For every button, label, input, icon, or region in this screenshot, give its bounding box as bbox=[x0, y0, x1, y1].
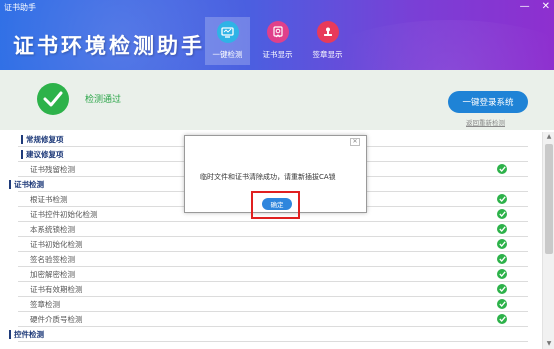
scroll-up-arrow-icon[interactable]: ▲ bbox=[543, 132, 554, 142]
nav-label: 证书显示 bbox=[262, 50, 293, 59]
check-icon bbox=[497, 299, 507, 309]
check-icon bbox=[497, 314, 507, 324]
check-icon bbox=[497, 209, 507, 219]
window-controls: — ✕ bbox=[520, 2, 550, 12]
certificate-icon bbox=[266, 21, 289, 43]
app-header: 证书助手 — ✕ 证书环境检测助手 一键检测 证书显示 签章显示 bbox=[0, 0, 554, 70]
row-label: 证书初始化检测 bbox=[30, 240, 83, 249]
row-label: 证书有效期检测 bbox=[30, 285, 83, 294]
scroll-thumb[interactable] bbox=[545, 144, 553, 254]
row-label: 证书残留检测 bbox=[30, 165, 75, 174]
app-title: 证书环境检测助手 bbox=[13, 34, 205, 58]
one-click-login-button[interactable]: 一键登录系统 bbox=[448, 91, 528, 113]
section-header: 控件检测 bbox=[0, 327, 542, 342]
list-item: 证书初始化检测 bbox=[0, 237, 542, 252]
nav-seal-display[interactable]: 签章显示 bbox=[305, 17, 350, 65]
status-text: 检测通过 bbox=[85, 95, 122, 105]
check-icon bbox=[497, 284, 507, 294]
close-button[interactable]: ✕ bbox=[542, 2, 550, 12]
status-band: 检测通过 一键登录系统 返回重新检测 bbox=[0, 70, 554, 130]
list-item: 硬件介质号检测 bbox=[0, 312, 542, 327]
row-label: 硬件介质号检测 bbox=[30, 315, 83, 324]
window-title: 证书助手 bbox=[4, 3, 36, 12]
list-item: 本系统锁检测 bbox=[0, 222, 542, 237]
list-item: 证书有效期检测 bbox=[0, 282, 542, 297]
row-label: 证书控件初始化检测 bbox=[30, 210, 98, 219]
row-divider bbox=[18, 341, 528, 342]
row-label: 证书检测 bbox=[14, 180, 44, 189]
nav-certificate-display[interactable]: 证书显示 bbox=[255, 17, 300, 65]
highlight-box bbox=[251, 191, 300, 219]
row-label: 本系统锁检测 bbox=[30, 225, 75, 234]
list-item: 签章检测 bbox=[0, 297, 542, 312]
minimize-button[interactable]: — bbox=[520, 2, 530, 12]
check-icon bbox=[497, 239, 507, 249]
scroll-down-arrow-icon[interactable]: ▼ bbox=[543, 339, 554, 349]
redetect-link[interactable]: 返回重新检测 bbox=[466, 117, 505, 127]
row-label: 签名验签检测 bbox=[30, 255, 75, 264]
check-icon bbox=[497, 194, 507, 204]
row-label: 控件检测 bbox=[14, 330, 44, 339]
top-nav: 一键检测 证书显示 签章显示 bbox=[205, 17, 355, 65]
check-icon bbox=[37, 83, 69, 115]
check-icon bbox=[497, 224, 507, 234]
row-label: 加密解密检测 bbox=[30, 270, 75, 279]
check-icon bbox=[497, 164, 507, 174]
dialog-close-icon[interactable]: ✕ bbox=[350, 138, 360, 146]
check-icon bbox=[497, 269, 507, 279]
list-item: 签名验签检测 bbox=[0, 252, 542, 267]
scrollbar[interactable]: ▲ ▼ bbox=[542, 132, 554, 349]
monitor-icon bbox=[216, 21, 239, 43]
row-label: 建议修复项 bbox=[26, 150, 64, 159]
check-icon bbox=[497, 254, 507, 264]
row-label: 常规修复项 bbox=[26, 135, 64, 144]
nav-label: 一键检测 bbox=[212, 50, 243, 59]
row-label: 根证书检测 bbox=[30, 195, 68, 204]
nav-label: 签章显示 bbox=[312, 50, 343, 59]
seal-icon bbox=[316, 21, 339, 43]
dialog-message: 临时文件和证书清除成功，请重新插拔CA锁 bbox=[200, 173, 336, 181]
list-item: 加密解密检测 bbox=[0, 267, 542, 282]
row-label: 签章检测 bbox=[30, 300, 60, 309]
nav-one-click-detect[interactable]: 一键检测 bbox=[205, 17, 250, 65]
